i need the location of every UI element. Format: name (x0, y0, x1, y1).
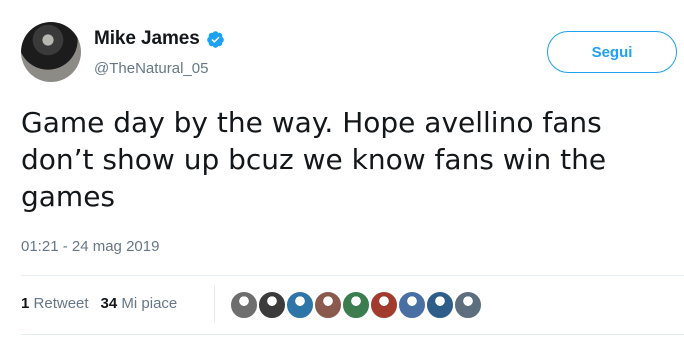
user-handle[interactable]: @TheNatural_05 (94, 60, 208, 77)
retweets-label: Retweet (33, 295, 89, 312)
user-name-row: Mike James (94, 28, 225, 50)
liker-avatar-3[interactable] (285, 290, 315, 320)
follow-button[interactable]: Segui (547, 31, 677, 73)
verified-badge-icon (206, 30, 224, 48)
liker-avatar-8[interactable] (425, 290, 455, 320)
user-avatar[interactable] (21, 22, 81, 82)
liker-avatar-4[interactable] (313, 290, 343, 320)
tweet-timestamp[interactable]: 01:21 - 24 mag 2019 (21, 238, 159, 255)
likers-avatars (229, 290, 483, 320)
tweet-text: Game day by the way. Hope avellino fans … (21, 106, 607, 213)
likes-count: 34 (100, 295, 118, 312)
liker-avatar-9[interactable] (453, 290, 483, 320)
likes-stat[interactable]: 34 Mi piace (101, 295, 178, 312)
retweets-stat[interactable]: 1 Retweet (21, 295, 89, 312)
liker-avatar-6[interactable] (369, 290, 399, 320)
liker-avatar-7[interactable] (397, 290, 427, 320)
tweet-stats: 1 Retweet 34 Mi piace (21, 295, 177, 312)
divider-bottom (21, 334, 684, 335)
liker-avatar-1[interactable] (229, 290, 259, 320)
divider-top (21, 275, 684, 276)
liker-avatar-5[interactable] (341, 290, 371, 320)
retweets-count: 1 (21, 295, 30, 312)
user-display-name[interactable]: Mike James (94, 28, 200, 50)
stats-separator (214, 285, 215, 323)
likes-label: Mi piace (121, 295, 178, 312)
liker-avatar-2[interactable] (257, 290, 287, 320)
